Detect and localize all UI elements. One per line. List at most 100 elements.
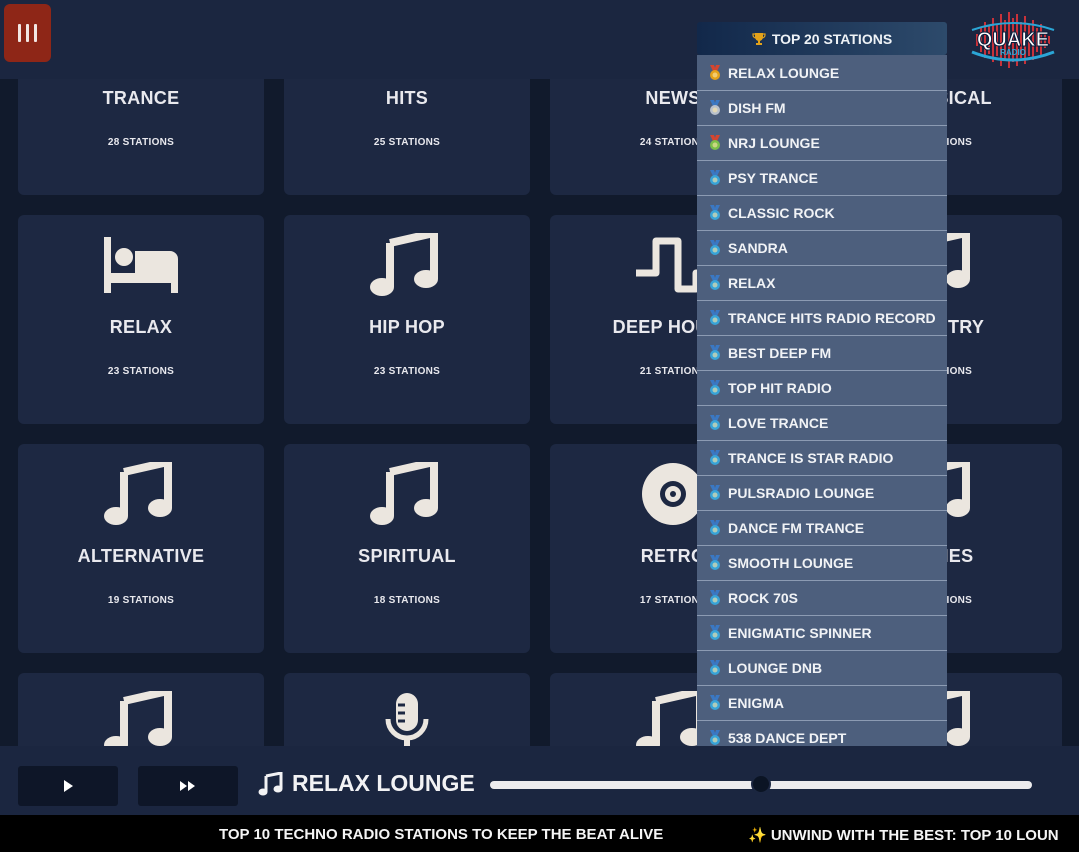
top-stations-dropdown: RELAX LOUNGE DISH FM NRJ LOUNGE PSY TRANCE C… [697,55,947,755]
blue-medal-icon [710,590,720,605]
genre-station-count: 18 STATIONS [373,595,441,606]
top-station-item[interactable]: TOP HIT RADIO [697,370,947,405]
genre-station-count: 23 STATIONS [373,366,441,377]
blue-medal-icon [710,660,720,675]
blue-medal-icon [710,345,720,360]
top-station-label: LOUNGE DNB [728,660,823,676]
music-note-icon [284,233,530,297]
gold-medal-icon [710,64,720,80]
top-stations-button[interactable]: TOP 20 STATIONS [697,22,947,55]
ticker-item[interactable]: ✨ UNWIND WITH THE BEST: TOP 10 LOUN [748,826,1059,844]
blue-medal-icon [710,310,720,325]
genre-card[interactable]: HIP HOP 23 STATIONS [284,215,530,424]
top-station-label: DANCE FM TRANCE [728,520,865,536]
genre-title: ALTERNATIVE [77,546,205,566]
top-station-item[interactable]: SANDRA [697,230,947,265]
top-station-label: CLASSIC ROCK [728,205,835,221]
blue-medal-icon [710,415,720,430]
top-station-label: BEST DEEP FM [728,345,832,361]
player-bar: RELAX LOUNGE [0,746,1079,815]
top-station-label: TRANCE HITS RADIO RECORD [728,310,936,326]
genre-card[interactable]: ALTERNATIVE 19 STATIONS [18,444,264,653]
menu-bars-icon [34,24,37,42]
top-station-item[interactable]: SMOOTH LOUNGE [697,545,947,580]
play-button[interactable] [18,766,118,806]
top-station-item[interactable]: ROCK 70S [697,580,947,615]
blue-medal-icon [710,555,720,570]
genre-station-count: 19 STATIONS [107,595,175,606]
now-playing: RELAX LOUNGE [258,770,475,797]
genre-station-count: 23 STATIONS [107,366,175,377]
top-station-item[interactable]: ENIGMATIC SPINNER [697,615,947,650]
menu-button[interactable] [4,4,51,62]
top-station-label: PULSRADIO LOUNGE [728,485,875,501]
menu-bars-icon [26,24,29,42]
blue-medal-icon [710,450,720,465]
music-note-icon [284,462,530,526]
bed-icon [18,233,264,297]
blue-medal-icon [710,485,720,500]
top-station-label: TRANCE IS STAR RADIO [728,450,894,466]
top-station-item[interactable]: BEST DEEP FM [697,335,947,370]
bronze-medal-icon [710,135,720,150]
blue-medal-icon [710,205,720,220]
top-station-item[interactable]: ENIGMA [697,685,947,720]
logo-subtext: RADIO [1000,48,1026,57]
genre-station-count: 28 STATIONS [107,137,175,148]
play-icon [64,780,73,792]
top-station-item[interactable]: PULSRADIO LOUNGE [697,475,947,510]
blue-medal-icon [710,520,720,535]
top-station-item[interactable]: RELAX LOUNGE [697,55,947,90]
top-station-item[interactable]: TRANCE IS STAR RADIO [697,440,947,475]
silver-medal-icon [710,100,720,115]
top-station-label: SANDRA [728,240,788,256]
genre-card[interactable]: RELAX 23 STATIONS [18,215,264,424]
next-button[interactable] [138,766,238,806]
genre-card[interactable]: SPIRITUAL 18 STATIONS [284,444,530,653]
genre-station-count: 25 STATIONS [373,137,441,148]
music-note-icon [258,771,283,795]
top-stations-label: TOP 20 STATIONS [771,30,893,47]
blue-medal-icon [710,380,720,395]
genre-title: SPIRITUAL [358,546,456,566]
top-station-label: ENIGMATIC SPINNER [728,625,872,641]
blue-medal-icon [710,170,720,185]
top-station-label: RELAX [728,275,776,291]
ticker-item[interactable]: TOP 10 TECHNO RADIO STATIONS TO KEEP THE… [219,826,663,843]
top-station-item[interactable]: PSY TRANCE [697,160,947,195]
top-station-item[interactable]: NRJ LOUNGE [697,125,947,160]
blue-medal-icon [710,695,720,710]
blue-medal-icon [710,625,720,640]
top-station-item[interactable]: LOVE TRANCE [697,405,947,440]
top-station-label: SMOOTH LOUNGE [728,555,854,571]
logo-graphic: QUAKE RADIO [971,12,1055,68]
blue-medal-icon [710,730,720,745]
top-station-label: DISH FM [728,100,786,116]
top-station-label: 538 DANCE DEPT [728,730,847,746]
menu-bars-icon [18,24,21,42]
quake-radio-logo[interactable]: QUAKE RADIO [966,8,1060,72]
now-playing-title: RELAX LOUNGE [292,770,475,796]
top-station-item[interactable]: DISH FM [697,90,947,125]
music-note-icon [18,462,264,526]
blue-medal-icon [710,275,720,290]
top-station-label: ROCK 70S [728,590,799,606]
top-station-item[interactable]: LOUNGE DNB [697,650,947,685]
top-station-label: NRJ LOUNGE [728,135,820,151]
blue-medal-icon [710,240,720,255]
genre-title: TRANCE [102,88,180,108]
top-station-label: ENIGMA [728,695,784,711]
top-station-item[interactable]: RELAX [697,265,947,300]
top-station-label: LOVE TRANCE [728,415,829,431]
genre-title: HIP HOP [369,317,445,337]
trophy-icon [752,32,766,45]
top-station-item[interactable]: CLASSIC ROCK [697,195,947,230]
top-station-item[interactable]: TRANCE HITS RADIO RECORD [697,300,947,335]
top-station-label: TOP HIT RADIO [728,380,832,396]
news-ticker: TOP 10 TECHNO RADIO STATIONS TO KEEP THE… [0,815,1079,852]
genre-title: HITS [385,88,429,108]
fast-forward-icon [180,781,195,791]
top-station-item[interactable]: DANCE FM TRANCE [697,510,947,545]
top-station-label: RELAX LOUNGE [728,64,840,81]
volume-slider-thumb[interactable] [751,774,771,794]
